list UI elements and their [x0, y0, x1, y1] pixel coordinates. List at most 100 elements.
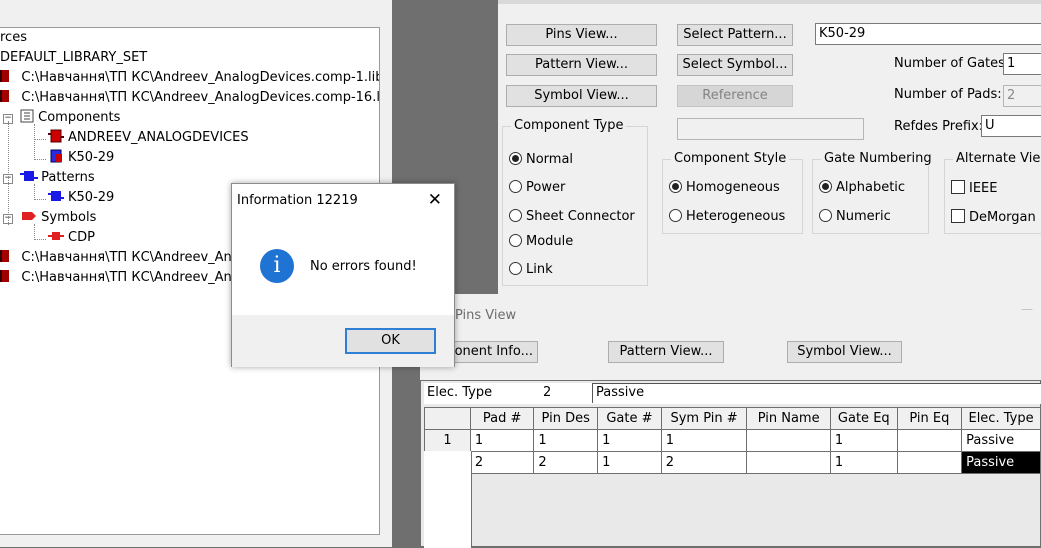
tree-item-patterns[interactable]: − Patterns — [3, 169, 95, 187]
tree-item-lib-3[interactable]: C:\Навчання\ТП КС\Andreev_An — [0, 249, 232, 267]
tree-item-lib-4[interactable]: C:\Навчання\ТП КС\Andreev_An — [0, 269, 232, 287]
option-label: Numeric — [836, 209, 891, 224]
radio-module[interactable]: Module — [509, 234, 573, 250]
elec-type-row-number: 2 — [543, 385, 552, 400]
radio-homogeneous[interactable]: Homogeneous — [669, 180, 780, 196]
table-cell[interactable]: 1 — [829, 429, 898, 452]
radio-numeric[interactable]: Numeric — [819, 209, 891, 225]
table-cell[interactable] — [896, 451, 963, 474]
pins-grid: Elec. Type 2 Passive Pad # Pin Des Gate … — [420, 380, 1041, 548]
pins-view-window: Pins View — ponent Info... Pattern View.… — [420, 294, 1041, 548]
option-label: Link — [526, 262, 553, 277]
radio-button-icon — [669, 180, 682, 193]
checkbox-icon — [951, 209, 965, 223]
minimize-icon[interactable]: — — [1021, 302, 1033, 316]
table-cell[interactable]: 1 — [597, 429, 662, 452]
table-cell[interactable]: 1 — [829, 451, 898, 474]
tree-item-components[interactable]: − Components — [3, 109, 120, 127]
library-icon — [0, 250, 9, 262]
tree-item-pattern-k50[interactable]: K50-29 — [48, 189, 114, 207]
table-cell[interactable]: 2 — [533, 451, 599, 474]
patterns-icon — [20, 171, 39, 181]
tree-item-label: DEFAULT_LIBRARY_SET — [0, 50, 148, 65]
pattern-icon — [48, 191, 64, 201]
table-cell[interactable]: 1 — [597, 451, 662, 474]
component-type-group: Component Type Normal Power Sheet Connec… — [502, 118, 648, 286]
table-cell[interactable]: 1 — [660, 429, 748, 452]
reference-field — [677, 118, 864, 140]
radio-link[interactable]: Link — [509, 262, 553, 278]
refdes-prefix-field[interactable]: U — [981, 115, 1041, 137]
radio-normal[interactable]: Normal — [509, 152, 573, 168]
checkbox-ieee[interactable]: IEEE — [951, 180, 997, 197]
symbol-view-button[interactable]: Symbol View... — [506, 85, 657, 107]
column-header[interactable]: Pin Eq — [896, 407, 963, 430]
table-cell[interactable]: 1 — [469, 429, 535, 452]
tree-item-lib-1[interactable]: C:\Навчання\ТП КС\Andreev_AnalogDevices.… — [0, 69, 379, 87]
option-label: Normal — [526, 152, 574, 167]
radio-heterogeneous[interactable]: Heterogeneous — [669, 209, 785, 225]
column-header[interactable]: Gate Eq — [829, 407, 898, 430]
checkbox-icon — [951, 180, 965, 194]
tree-item-label: C:\Навчання\ТП КС\Andreev_An — [21, 250, 232, 265]
symbols-icon — [22, 212, 37, 220]
corner-cell — [424, 407, 471, 430]
tree-item-label: C:\Навчання\ТП КС\Andreev_AnalogDevices.… — [21, 90, 380, 105]
column-header[interactable]: Pin Des — [533, 407, 599, 430]
table-cell[interactable] — [746, 451, 831, 474]
tree-connector — [34, 224, 35, 240]
component-info-button[interactable]: ponent Info... — [443, 341, 538, 363]
reference-button: Reference — [677, 85, 793, 107]
dialog-footer: OK — [232, 315, 454, 367]
radio-button-icon — [509, 262, 522, 275]
checkbox-demorgan[interactable]: DeMorgan — [951, 209, 1036, 226]
pattern-view-button[interactable]: Pattern View... — [608, 341, 724, 363]
library-icon — [0, 270, 9, 282]
select-pattern-button[interactable]: Select Pattern... — [677, 24, 793, 46]
table-cell[interactable]: Passive — [961, 429, 1040, 452]
elec-type-field[interactable]: Passive — [592, 383, 1041, 403]
radio-alphabetic[interactable]: Alphabetic — [819, 180, 905, 196]
radio-button-icon — [509, 152, 522, 165]
component-type-title: Component Type — [511, 118, 627, 133]
number-of-gates-label: Number of Gates: — [894, 56, 1010, 71]
tree-item-label: K50-29 — [68, 190, 115, 205]
table-cell-selected[interactable]: Passive — [961, 451, 1040, 474]
radio-sheet-connector[interactable]: Sheet Connector — [509, 209, 635, 225]
tree-item-symbol-cdp[interactable]: CDP — [48, 229, 95, 247]
table-cell[interactable] — [896, 429, 963, 452]
column-header[interactable]: Elec. Type — [961, 407, 1040, 430]
tree-item-label: Components — [38, 110, 121, 125]
tree-item-component-andreev[interactable]: ANDREEV_ANALOGDEVICES — [48, 129, 249, 147]
table-cell[interactable]: 1 — [533, 429, 599, 452]
component-style-title: Component Style — [671, 151, 790, 166]
table-row[interactable]: 1 1 1 1 1 1 Passive — [424, 429, 1040, 452]
radio-button-icon — [819, 180, 832, 193]
column-header[interactable]: Pin Name — [746, 407, 831, 430]
row-number[interactable]: 1 — [424, 429, 471, 452]
tree-item-default-library-set[interactable]: DEFAULT_LIBRARY_SET — [0, 49, 147, 67]
radio-button-icon — [509, 234, 522, 247]
symbol-view-button[interactable]: Symbol View... — [787, 341, 902, 363]
table-cell[interactable] — [746, 429, 831, 452]
select-symbol-button[interactable]: Select Symbol... — [677, 54, 793, 76]
option-label: Power — [526, 180, 566, 195]
number-of-pads-field: 2 — [1003, 85, 1041, 107]
pattern-view-button[interactable]: Pattern View... — [506, 54, 657, 76]
close-icon[interactable]: ✕ — [428, 190, 442, 210]
tree-item-symbols[interactable]: − Symbols — [3, 209, 96, 227]
radio-power[interactable]: Power — [509, 180, 565, 196]
tree-item-lib-16[interactable]: C:\Навчання\ТП КС\Andreev_AnalogDevices.… — [0, 89, 380, 107]
pins-view-button[interactable]: Pins View... — [506, 24, 657, 46]
column-header[interactable]: Sym Pin # — [660, 407, 748, 430]
number-of-gates-field[interactable]: 1 — [1003, 53, 1041, 75]
tree-item-component-k50[interactable]: K50-29 — [48, 149, 114, 167]
column-header[interactable]: Gate # — [597, 407, 662, 430]
table-cell[interactable]: 2 — [660, 451, 748, 474]
ok-button[interactable]: OK — [345, 328, 436, 354]
table-cell[interactable]: 2 — [469, 451, 535, 474]
column-header[interactable]: Pad # — [469, 407, 535, 430]
option-label: Alphabetic — [836, 180, 906, 195]
table-row[interactable]: 2 2 2 1 2 1 Passive — [424, 451, 1040, 474]
pattern-name-field[interactable]: K50-29 — [815, 23, 1041, 45]
